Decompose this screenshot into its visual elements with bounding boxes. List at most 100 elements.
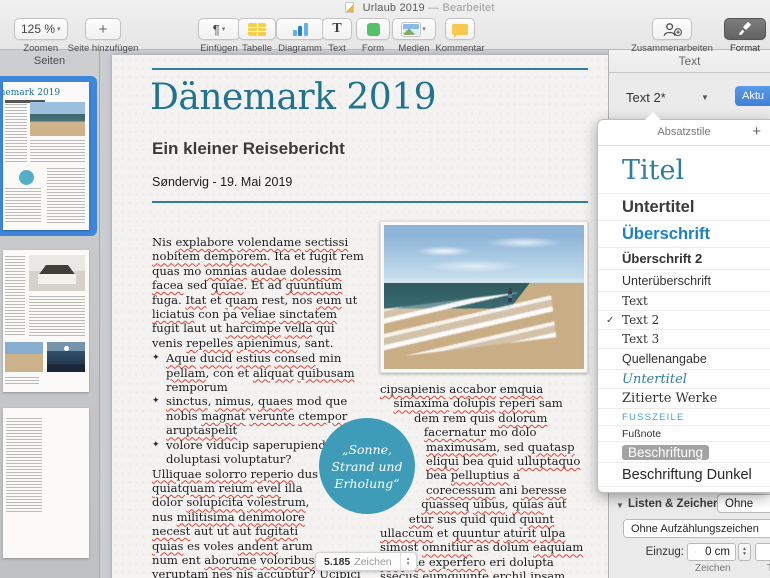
style-row-text2[interactable]: ✓ Text 2 xyxy=(598,311,770,330)
paintbrush-icon xyxy=(739,22,751,36)
styles-list: Titel Untertitel Überschrift Überschrift 2 U… xyxy=(598,147,770,492)
style-row-fusszeile[interactable]: FUSSZEILE xyxy=(598,409,770,426)
comment-button[interactable] xyxy=(445,18,475,40)
indent-unit-label: Zeichen xyxy=(695,563,731,574)
page-thumbnail-2[interactable] xyxy=(3,250,89,392)
style-row-text3[interactable]: Text 3 xyxy=(598,330,770,349)
add-page-button[interactable]: + xyxy=(85,18,121,40)
body-column-left[interactable]: Nis explabore volendame sectissi nobitem… xyxy=(152,235,364,578)
paragraph-styles-popover: Absatzstile + Titel Untertitel Überschrift… xyxy=(597,112,770,493)
pull-quote-circle[interactable]: „Sonne, Strand und Erholung“ xyxy=(319,418,415,514)
format-control: Format xyxy=(722,18,768,54)
style-row-zitierte-werke[interactable]: Zitierte Werke xyxy=(598,389,770,409)
thumb-sunset-photo xyxy=(47,342,85,372)
chart-button[interactable] xyxy=(276,18,324,40)
style-label: Fußnote xyxy=(622,427,662,440)
style-row-untertitel-kursiv[interactable]: Untertitel xyxy=(598,370,770,389)
table-control: Tabelle xyxy=(238,18,276,54)
window-title: Urlaub 2019 — Bearbeitet xyxy=(0,2,770,14)
format-button[interactable] xyxy=(724,18,766,40)
page-thumbnail-1[interactable]: Dänemark 2019 xyxy=(3,82,89,230)
style-row-untertitel[interactable]: Untertitel xyxy=(598,194,770,221)
style-row-unterueberschrift[interactable]: Unterüberschrift xyxy=(598,270,770,292)
thumb-text-lines xyxy=(6,418,42,514)
style-row-text[interactable]: Text xyxy=(598,292,770,311)
collaborate-button[interactable] xyxy=(652,18,692,40)
document-subtitle[interactable]: Ein kleiner Reisebericht xyxy=(152,139,345,159)
style-row-fussnote[interactable]: Fußnote xyxy=(598,426,770,442)
photo-footprints xyxy=(530,319,560,363)
style-row-quellenangabe[interactable]: Quellenangabe xyxy=(598,349,770,370)
lists-section-label: Listen & Zeichen xyxy=(628,498,721,510)
thumb-dune-photo xyxy=(5,342,43,372)
word-count-widget[interactable]: 5.185 Zeichen ▲ ▼ xyxy=(315,552,417,571)
bullet-style-dropdown[interactable]: Ohne Aufzählungszeichen xyxy=(623,519,770,538)
style-label: Quellenangabe xyxy=(622,352,707,366)
text-box-control: T Text xyxy=(322,18,352,54)
bar-chart-icon xyxy=(291,22,309,36)
style-label: Unterüberschrift xyxy=(622,273,711,288)
style-label: FUSSZEILE xyxy=(622,411,685,423)
indent-stepper[interactable]: ▲ ▼ xyxy=(738,543,751,561)
thumb-text-lines xyxy=(30,140,85,164)
tabs-value-field[interactable] xyxy=(755,543,770,561)
caret-down-icon: ▼ xyxy=(742,551,747,557)
bullet-icon: ✦ xyxy=(152,353,160,364)
divider-rule-top xyxy=(152,68,588,70)
list-style-dropdown[interactable]: Ohne xyxy=(717,494,770,513)
thumb-text-lines xyxy=(5,188,41,224)
style-label: Text 2 xyxy=(622,313,660,327)
body-column-right[interactable]: cipsapienis accabor emquia simaxima dolu… xyxy=(380,221,588,578)
style-label: Text 3 xyxy=(622,332,660,346)
page-thumbnail-3[interactable] xyxy=(3,408,89,558)
document-dateline[interactable]: Søndervig - 19. Mai 2019 xyxy=(152,175,292,189)
style-label: Titel xyxy=(622,154,685,186)
disclosure-triangle-icon[interactable]: ▼ xyxy=(616,501,624,510)
shape-icon xyxy=(366,22,380,36)
collaborate-person-icon xyxy=(663,22,682,36)
document-page[interactable]: Dänemark 2019 Ein kleiner Reisebericht S… xyxy=(112,55,652,578)
popover-title: Absatzstile xyxy=(657,126,711,138)
style-label: Zitierte Werke xyxy=(622,391,718,406)
document-icon xyxy=(345,2,355,13)
thumb-text-lines xyxy=(5,377,39,385)
pilcrow-icon: ¶ xyxy=(212,21,220,37)
thumb-text-lines xyxy=(5,104,27,164)
text-box-button[interactable]: T xyxy=(322,18,352,40)
style-label: Untertitel xyxy=(622,371,687,387)
shape-button[interactable] xyxy=(356,18,390,40)
chevron-down-icon: ▾ xyxy=(221,26,226,33)
word-count-stepper[interactable]: ▲ ▼ xyxy=(399,553,416,570)
beach-photo-image xyxy=(384,225,584,369)
style-label: Untertitel xyxy=(622,197,695,216)
insert-button[interactable]: ¶ ▾ xyxy=(198,18,240,40)
style-row-ueberschrift2[interactable]: Überschrift 2 xyxy=(598,248,770,270)
style-row-beschriftung-dunkel[interactable]: Beschriftung Dunkel xyxy=(598,463,770,487)
beach-photo[interactable] xyxy=(380,221,588,373)
style-label: Beschriftung xyxy=(622,444,710,460)
plus-icon: + xyxy=(98,20,108,38)
bullet-icon: ✦ xyxy=(152,439,160,450)
indent-value-field[interactable]: 0 cm xyxy=(687,543,736,561)
toolbar: Urlaub 2019 — Bearbeitet 125 % ▾ Zoomen +… xyxy=(0,0,770,54)
comment-icon xyxy=(452,23,468,38)
update-style-button[interactable]: Aktu xyxy=(735,86,770,106)
popover-header: Absatzstile + xyxy=(598,120,770,146)
style-row-beschriftung[interactable]: Beschriftung xyxy=(598,442,770,463)
chart-control: Diagramm xyxy=(276,18,324,54)
add-style-button[interactable]: + xyxy=(752,123,761,140)
current-style-row: Text 2* ▼ Aktu xyxy=(609,73,770,119)
thumb-text-lines xyxy=(29,296,85,336)
table-button[interactable] xyxy=(238,18,276,40)
style-row-ueberschrift[interactable]: Überschrift xyxy=(598,221,770,248)
checkmark-icon: ✓ xyxy=(606,314,615,326)
paragraph: Nis explabore volendame sectissi nobitem… xyxy=(152,235,364,350)
document-title[interactable]: Dänemark 2019 xyxy=(150,77,437,118)
insert-control: ¶ ▾ Einfügen xyxy=(198,18,240,54)
collaborate-control: Zusammenarbeiten xyxy=(612,18,732,54)
style-label: Überschrift xyxy=(622,224,711,243)
style-row-titel[interactable]: Titel xyxy=(598,147,770,194)
photo-icon xyxy=(401,21,422,37)
thumb-pull-quote xyxy=(19,170,34,185)
style-dropdown-arrow[interactable]: ▼ xyxy=(701,93,709,102)
